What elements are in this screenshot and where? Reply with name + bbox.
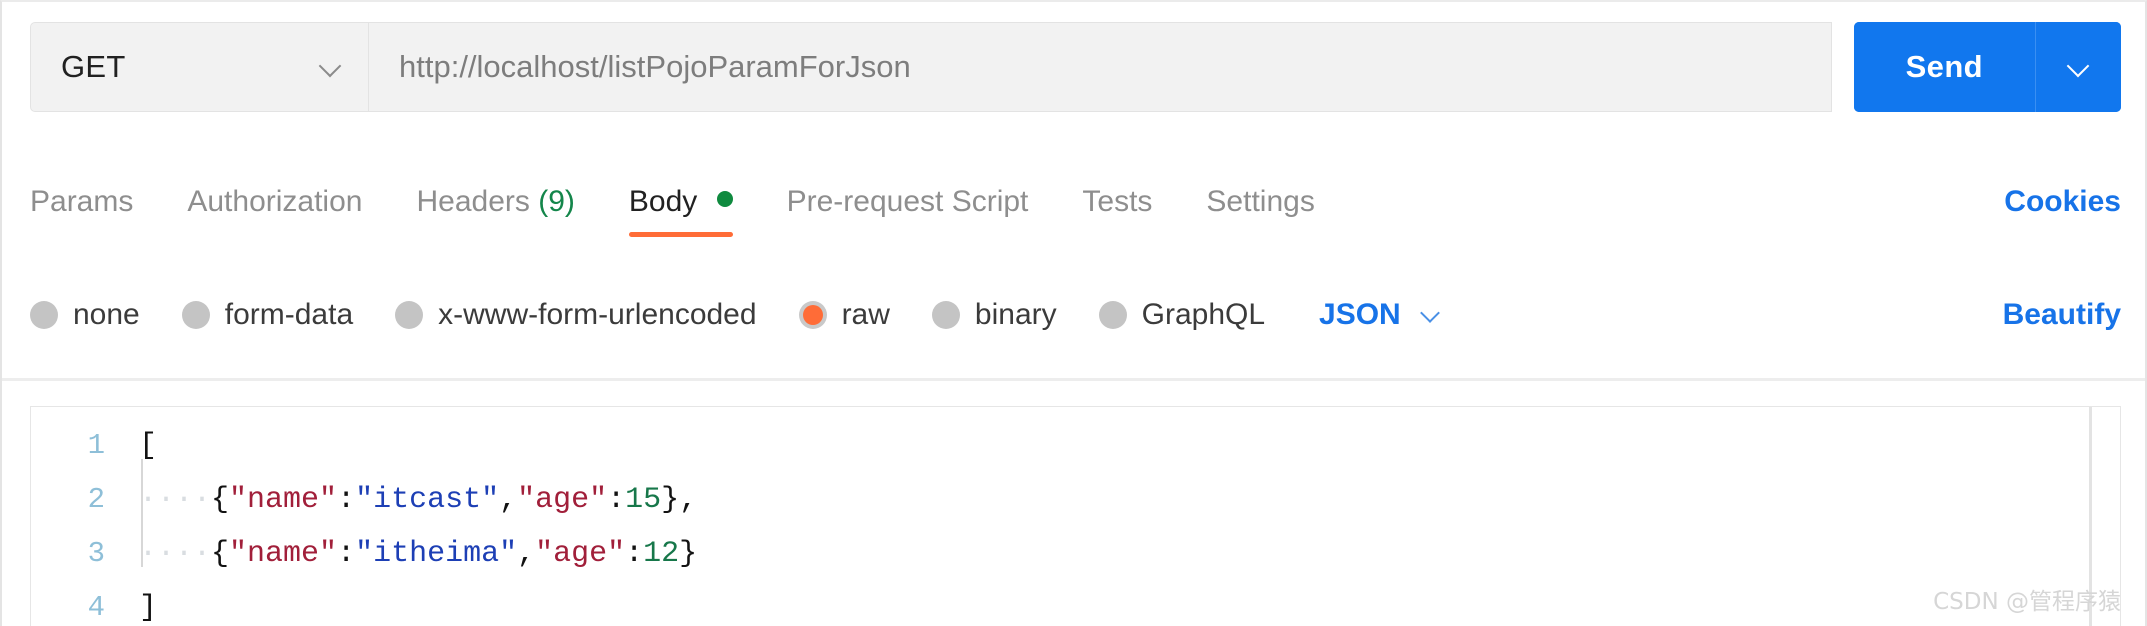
body-type-none-label: none [73,298,140,331]
tab-tests[interactable]: Tests [1082,177,1152,237]
tab-tests-label: Tests [1082,185,1153,218]
body-type-radio-group: none form-data x-www-form-urlencoded raw… [30,282,2121,348]
body-type-form-data[interactable]: form-data [181,298,354,332]
code-line: 3 ····{"name":"itheima","age":12} [31,527,2120,581]
editor-scrollbar[interactable] [2089,407,2092,626]
json-number-value: 15 [625,483,662,517]
code-line-content: ····{"name":"itheima","age":12} [139,527,697,581]
http-method-select[interactable]: GET [30,22,368,112]
indent-dots: ···· [139,537,212,571]
chevron-down-icon [320,56,342,78]
brace-close: } [661,483,680,517]
tab-headers[interactable]: Headers (9) [416,177,574,237]
tab-body-label: Body [628,185,698,218]
body-type-graphql[interactable]: GraphQL [1098,298,1266,332]
send-options-button[interactable] [2035,22,2121,112]
request-url-bar: GET Send [30,22,2121,112]
cookies-link[interactable]: Cookies [2004,177,2121,227]
colon: : [337,483,356,517]
chevron-down-icon [1421,304,1443,326]
body-type-binary-label: binary [974,298,1057,331]
body-type-urlencoded-label: x-www-form-urlencoded [438,298,757,331]
line-number: 3 [87,537,105,570]
code-line: 2 ····{"name":"itcast","age":15}, [31,473,2120,527]
line-number: 1 [87,429,105,462]
comma: , [499,483,518,517]
tab-headers-label: Headers [416,185,530,218]
colon: : [607,483,626,517]
body-type-none[interactable]: none [30,298,140,332]
line-number: 2 [87,483,105,516]
code-line-content: [ [139,419,157,473]
tab-pre-request-script-label: Pre-request Script [786,185,1029,218]
json-key: "age" [517,483,608,517]
headers-count-badge: (9) [538,185,575,218]
line-number: 4 [87,591,105,624]
body-language-label: JSON [1319,298,1401,331]
json-string-value: "itcast" [355,483,500,517]
body-type-raw[interactable]: raw [798,298,890,332]
body-language-select[interactable]: JSON [1319,298,1443,332]
radio-icon [181,301,210,329]
request-url-input[interactable] [368,22,1832,112]
chevron-down-icon [2068,56,2090,78]
bracket-open: [ [139,429,158,463]
tab-body[interactable]: Body [628,177,733,237]
body-present-dot-icon [716,191,733,207]
radio-selected-icon [798,301,827,329]
bracket-close: ] [139,591,158,625]
code-line: 4 ] [31,581,2120,626]
brace-open: { [211,537,230,571]
code-line-content: ····{"name":"itcast","age":15}, [139,473,697,527]
tab-settings[interactable]: Settings [1206,177,1314,237]
comma: , [679,483,698,517]
code-area[interactable]: 1 [ 2 ····{"name":"itcast","age":15}, 3 … [31,407,2120,626]
request-tabs: Params Authorization Headers (9) Body Pr… [30,177,2121,249]
brace-open: { [211,483,230,517]
tab-settings-label: Settings [1206,185,1315,218]
section-divider [2,378,2145,381]
colon: : [625,537,644,571]
tab-params[interactable]: Params [30,177,133,237]
body-type-raw-label: raw [841,298,890,331]
brace-close: } [679,537,698,571]
send-button[interactable]: Send [1853,22,2035,112]
json-key: "name" [229,537,338,571]
send-button-group: Send [1853,22,2121,112]
tab-pre-request-script[interactable]: Pre-request Script [787,177,1029,237]
radio-icon [30,301,58,329]
beautify-button[interactable]: Beautify [2003,298,2121,332]
comma: , [517,537,536,571]
json-key: "age" [535,537,626,571]
code-line-content: ] [139,581,157,626]
body-type-binary[interactable]: binary [931,298,1057,332]
colon: : [337,537,356,571]
json-number-value: 12 [643,537,680,571]
tab-params-label: Params [30,185,134,218]
tab-authorization[interactable]: Authorization [187,177,362,237]
postman-request-pane: GET Send Params Authorization Headers (9… [0,0,2147,626]
code-line: 1 [ [31,419,2120,473]
raw-body-editor[interactable]: 1 [ 2 ····{"name":"itcast","age":15}, 3 … [30,406,2121,626]
body-type-graphql-label: GraphQL [1141,298,1266,331]
radio-icon [931,301,960,329]
http-method-label: GET [61,49,126,84]
json-string-value: "itheima" [355,537,518,571]
radio-icon [1098,301,1127,329]
radio-icon [395,301,424,329]
tab-authorization-label: Authorization [187,185,363,218]
json-key: "name" [229,483,338,517]
body-type-form-data-label: form-data [224,298,354,331]
indent-dots: ···· [139,483,212,517]
body-type-urlencoded[interactable]: x-www-form-urlencoded [395,298,757,332]
